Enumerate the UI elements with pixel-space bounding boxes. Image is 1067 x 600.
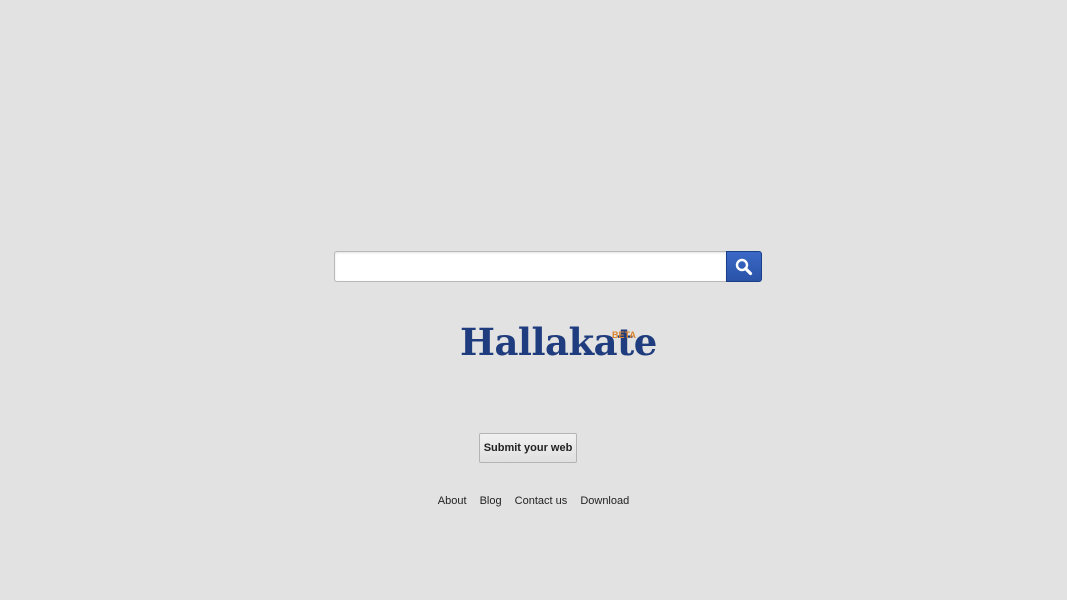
footer-link-about[interactable]: About bbox=[438, 495, 467, 507]
footer-link-download[interactable]: Download bbox=[580, 495, 629, 507]
submit-your-web-button[interactable]: Submit your web bbox=[479, 433, 577, 463]
page: Hallakate BETA Submit your web About Blo… bbox=[0, 0, 1067, 600]
footer-link-contact-us[interactable]: Contact us bbox=[515, 495, 568, 507]
footer-link-blog[interactable]: Blog bbox=[480, 495, 502, 507]
search-button[interactable] bbox=[726, 251, 762, 282]
search-bar bbox=[334, 251, 762, 282]
footer-links: About Blog Contact us Download bbox=[0, 495, 1067, 507]
beta-badge: BETA bbox=[612, 330, 636, 340]
logo-name: Hallakate bbox=[460, 320, 657, 364]
search-icon bbox=[735, 258, 753, 275]
logo: Hallakate BETA bbox=[460, 320, 657, 364]
search-input[interactable] bbox=[334, 251, 726, 282]
